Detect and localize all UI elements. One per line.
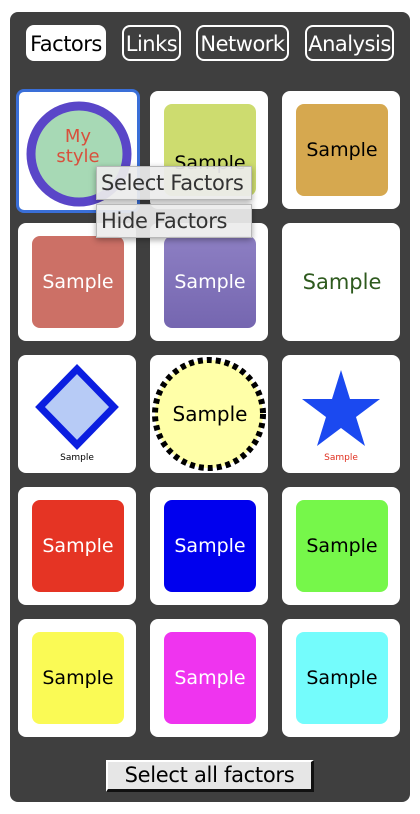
- tab-links[interactable]: Links: [122, 25, 181, 61]
- style-swatch: Sample: [296, 632, 388, 724]
- style-label: Sample: [172, 402, 248, 426]
- menu-item-hide-factors[interactable]: Hide Factors: [96, 204, 252, 238]
- style-card[interactable]: Sample: [18, 487, 136, 605]
- tab-analysis[interactable]: Analysis: [305, 25, 394, 61]
- menu-item-select-factors[interactable]: Select Factors: [96, 166, 252, 200]
- style-swatch: Sample: [164, 632, 256, 724]
- style-swatch: Sample: [296, 236, 388, 328]
- style-swatch: Sample: [164, 500, 256, 592]
- style-label: Sample: [60, 453, 94, 463]
- style-card[interactable]: Sample: [18, 619, 136, 737]
- style-swatch: Sample: [32, 236, 124, 328]
- style-label-line1: My: [64, 126, 92, 147]
- style-swatch: Sample: [296, 500, 388, 592]
- style-swatch: Sample: [296, 104, 388, 196]
- style-card[interactable]: Sample: [282, 91, 400, 209]
- style-label-line2: style: [56, 146, 100, 167]
- style-card[interactable]: Sample: [282, 487, 400, 605]
- style-card[interactable]: Sample: [150, 619, 268, 737]
- style-card[interactable]: Sample: [150, 487, 268, 605]
- style-card[interactable]: Sample: [282, 223, 400, 341]
- style-card[interactable]: Sample: [282, 619, 400, 737]
- style-label: Sample: [324, 453, 358, 463]
- select-all-factors-button[interactable]: Select all factors: [106, 760, 314, 792]
- style-card[interactable]: Sample: [18, 355, 136, 473]
- style-swatch: Sample: [32, 500, 124, 592]
- style-swatch: Sample: [32, 632, 124, 724]
- style-swatch: Sample: [164, 236, 256, 328]
- style-card[interactable]: Sample: [282, 355, 400, 473]
- style-card[interactable]: Sample: [150, 355, 268, 473]
- tab-factors[interactable]: Factors: [26, 25, 106, 61]
- style-card[interactable]: Sample: [150, 223, 268, 341]
- context-menu: Select Factors Hide Factors: [96, 166, 254, 240]
- style-card[interactable]: Sample: [18, 223, 136, 341]
- tab-network[interactable]: Network: [196, 25, 289, 61]
